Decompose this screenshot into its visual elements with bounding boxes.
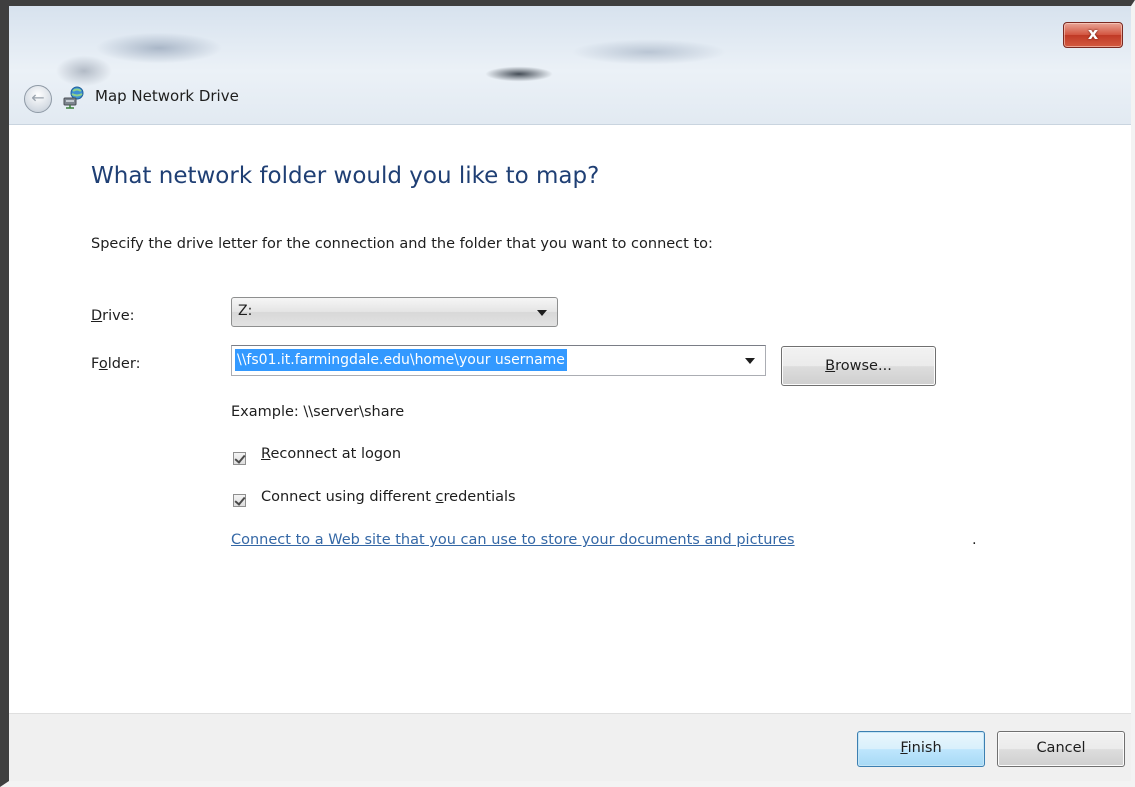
drive-label-access-key: D [91, 308, 103, 324]
page-heading: What network folder would you like to ma… [91, 163, 600, 189]
finish-label: inish [907, 740, 942, 756]
credentials-access-key: c [435, 489, 444, 505]
chevron-down-icon [537, 310, 547, 316]
finish-button[interactable]: Finish [857, 731, 985, 767]
reconnect-checkbox[interactable] [233, 452, 246, 465]
drive-label: Drive: [91, 308, 135, 324]
close-icon: x [1087, 24, 1099, 43]
folder-label-access-key: o [98, 356, 108, 372]
folder-label: Folder: [91, 356, 140, 372]
browse-button[interactable]: Browse... [781, 346, 936, 386]
dialog-window: x ← Map Network Drive What network folde… [0, 0, 1135, 787]
back-button[interactable]: ← [24, 85, 52, 113]
web-site-link[interactable]: Connect to a Web site that you can use t… [231, 532, 795, 548]
instruction-text: Specify the drive letter for the connect… [91, 236, 713, 252]
back-arrow-icon: ← [31, 88, 45, 107]
window-title: Map Network Drive [95, 87, 239, 105]
finish-access-key: F [900, 740, 908, 756]
drive-letter-select[interactable]: Z: [231, 297, 558, 327]
folder-label-text: lder: [107, 356, 141, 372]
web-link-period: . [972, 532, 977, 548]
browse-label: rowse... [835, 358, 892, 374]
folder-path-value: \\fs01.it.farmingdale.edu\home\your user… [235, 349, 567, 371]
network-drive-icon [63, 86, 84, 109]
drive-label-text: rive: [102, 308, 135, 324]
credentials-label-text: redentials [443, 489, 516, 505]
credentials-label[interactable]: Connect using different credentials [261, 489, 516, 505]
reconnect-label-text: econnect at logon [270, 446, 402, 462]
folder-label-prefix: F [91, 356, 99, 372]
example-text: Example: \\server\share [231, 404, 405, 420]
drive-letter-value: Z: [238, 303, 253, 319]
reconnect-label[interactable]: Reconnect at logon [261, 446, 401, 462]
credentials-checkbox[interactable] [233, 494, 246, 507]
chevron-down-icon[interactable] [745, 358, 755, 364]
folder-path-input[interactable]: \\fs01.it.farmingdale.edu\home\your user… [231, 345, 766, 376]
title-bar: x ← Map Network Drive [9, 6, 1131, 125]
cancel-button[interactable]: Cancel [997, 731, 1125, 767]
dialog-footer: Finish Cancel [9, 713, 1131, 781]
credentials-label-prefix: Connect using different [261, 489, 436, 505]
browse-access-key: B [825, 358, 836, 374]
close-button[interactable]: x [1063, 22, 1123, 48]
